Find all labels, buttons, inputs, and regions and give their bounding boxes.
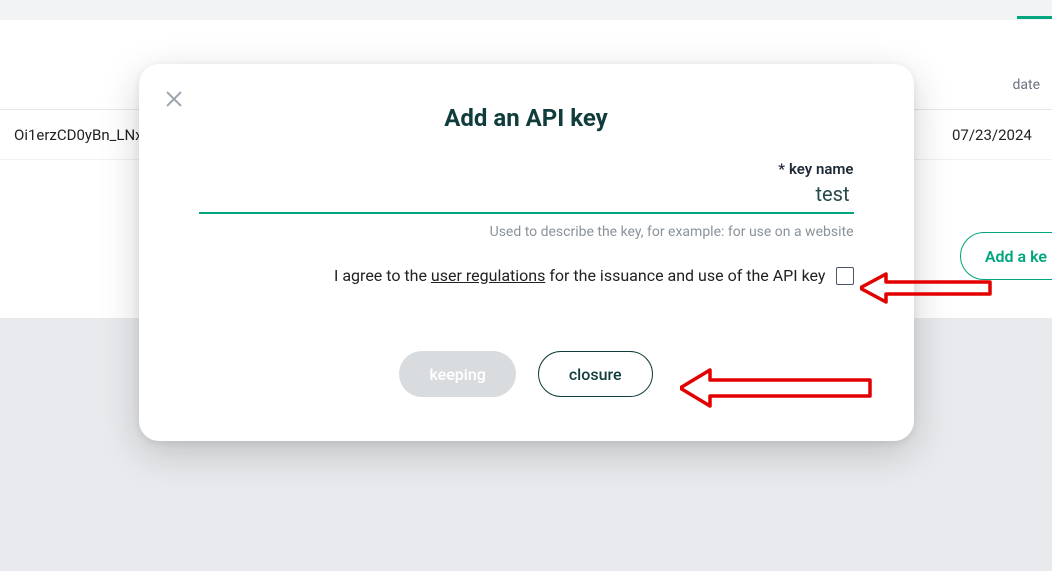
helper-text: Used to describe the key, for example: f… bbox=[199, 224, 854, 240]
modal-title: Add an API key bbox=[199, 104, 854, 132]
agreement-text: I agree to the user regulations for the … bbox=[334, 266, 825, 285]
keeping-button[interactable]: keeping bbox=[399, 351, 515, 397]
key-name-label: *key name bbox=[199, 160, 854, 178]
closure-button[interactable]: closure bbox=[538, 351, 653, 397]
key-name-input[interactable] bbox=[199, 180, 854, 214]
user-regulations-link[interactable]: user regulations bbox=[431, 266, 545, 285]
label-text: key name bbox=[789, 160, 853, 178]
agreement-row: I agree to the user regulations for the … bbox=[199, 266, 854, 285]
close-icon[interactable] bbox=[163, 88, 185, 110]
required-marker: * bbox=[778, 160, 785, 178]
modal-overlay: Add an API key *key name Used to describ… bbox=[0, 0, 1052, 571]
agree-checkbox[interactable] bbox=[836, 267, 854, 285]
add-api-key-modal: Add an API key *key name Used to describ… bbox=[139, 64, 914, 441]
modal-actions: keeping closure bbox=[199, 351, 854, 397]
